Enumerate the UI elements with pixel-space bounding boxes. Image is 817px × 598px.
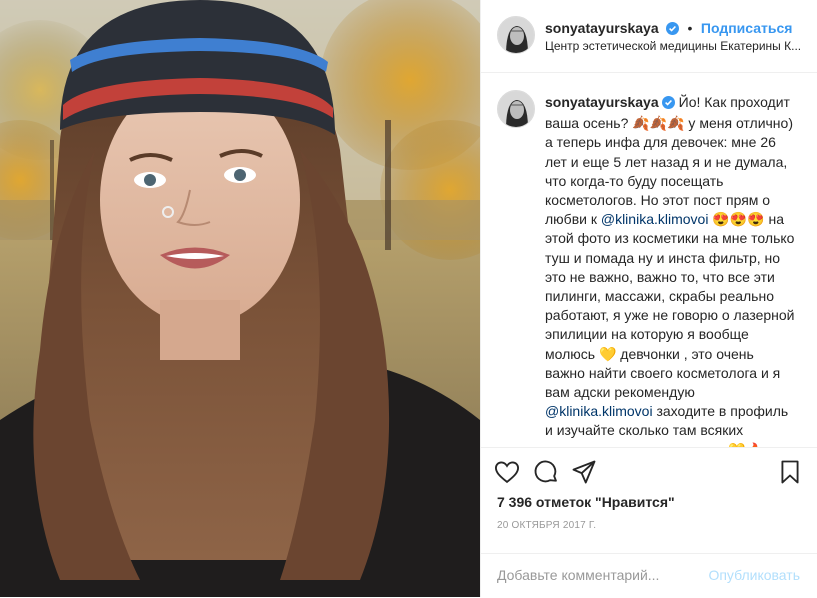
follow-button[interactable]: Подписаться — [701, 20, 793, 36]
share-icon[interactable] — [570, 458, 598, 486]
bookmark-icon[interactable] — [776, 458, 804, 486]
heart-icon[interactable] — [493, 458, 521, 486]
post-date[interactable]: 20 ОКТЯБРЯ 2017 Г. — [497, 520, 596, 531]
caption-part: 😍😍😍 на этой фото из косметики на мне тол… — [545, 211, 795, 401]
caption-text: sonyatayurskaya Йо! Как проходит ваша осе… — [545, 93, 797, 447]
post-location[interactable]: Центр эстетической медицины Екатерины К.… — [545, 39, 813, 53]
actions-section: 7 396 отметок "Нравится" 20 ОКТЯБРЯ 2017… — [481, 447, 817, 597]
mention-link[interactable]: @klinika.klimovoi — [545, 403, 653, 419]
mention-link[interactable]: @klinika.klimovoi — [601, 211, 709, 227]
author-avatar[interactable] — [497, 16, 535, 54]
comment-input[interactable] — [497, 564, 697, 586]
post-panel: sonyatayurskaya • Подписаться Центр эсте… — [480, 0, 817, 597]
comment-icon[interactable] — [532, 458, 560, 486]
post-header: sonyatayurskaya • Подписаться Центр эсте… — [481, 0, 817, 73]
publish-button[interactable]: Опубликовать — [708, 567, 800, 583]
verified-badge-icon — [661, 95, 675, 114]
verified-badge-icon — [666, 22, 680, 40]
caption-avatar[interactable] — [497, 90, 535, 128]
separator-dot: • — [687, 20, 693, 36]
author-username[interactable]: sonyatayurskaya — [545, 20, 659, 36]
post-photo — [0, 0, 480, 597]
caption-username[interactable]: sonyatayurskaya — [545, 94, 659, 110]
comment-row: Опубликовать — [481, 553, 817, 598]
caption-area: sonyatayurskaya Йо! Как проходит ваша осе… — [481, 73, 817, 447]
leaves-emoji: 🍂🍂🍂 — [632, 115, 685, 132]
likes-count[interactable]: 7 396 отметок "Нравится" — [497, 494, 675, 510]
